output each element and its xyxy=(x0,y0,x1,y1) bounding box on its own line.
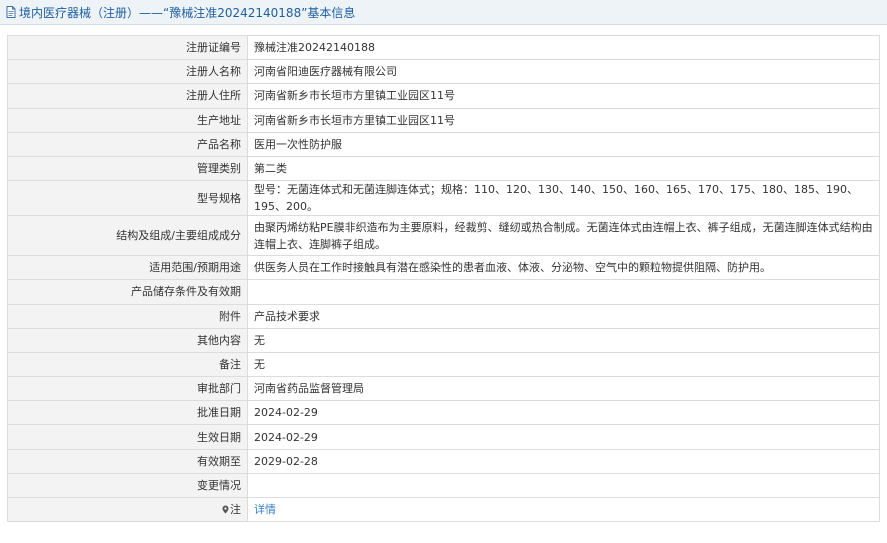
info-table: 注册证编号 豫械注准20242140188 注册人名称 河南省阳迪医疗器械有限公… xyxy=(7,34,880,523)
row-label: 有效期至 xyxy=(7,448,248,474)
table-row: 审批部门 河南省药品监督管理局 xyxy=(7,376,880,402)
row-value xyxy=(247,279,880,305)
row-label: 适用范围/预期用途 xyxy=(7,255,248,281)
row-label: 生效日期 xyxy=(7,424,248,450)
table-row: 产品名称 医用一次性防护服 xyxy=(7,131,880,157)
table-row: 其他内容 无 xyxy=(7,327,880,353)
table-row: 注册人住所 河南省新乡市长垣市方里镇工业园区11号 xyxy=(7,83,880,109)
table-row: 附件 产品技术要求 xyxy=(7,303,880,329)
row-value: 2024-02-29 xyxy=(247,400,880,426)
table-row: 适用范围/预期用途 供医务人员在工作时接触具有潜在感染性的患者血液、体液、分泌物… xyxy=(7,255,880,281)
row-value: 2024-02-29 xyxy=(247,424,880,450)
page-title: 境内医疗器械（注册）——“豫械注准20242140188”基本信息 xyxy=(19,5,356,20)
row-value: 第二类 xyxy=(247,155,880,182)
row-value: 河南省新乡市长垣市方里镇工业园区11号 xyxy=(247,107,880,133)
row-value: 型号：无菌连体式和无菌连脚连体式；规格：110、120、130、140、150、… xyxy=(247,180,880,217)
row-label: 产品储存条件及有效期 xyxy=(7,279,248,305)
table-row: 变更情况 xyxy=(7,472,880,499)
row-label: 管理类别 xyxy=(7,155,248,182)
table-row: 型号规格 型号：无菌连体式和无菌连脚连体式；规格：110、120、130、140… xyxy=(7,180,880,217)
row-label: 附件 xyxy=(7,303,248,329)
table-row: 管理类别 第二类 xyxy=(7,155,880,182)
row-value: 河南省新乡市长垣市方里镇工业园区11号 xyxy=(247,83,880,109)
row-value: 2029-02-28 xyxy=(247,448,880,474)
row-value: 无 xyxy=(247,351,880,378)
table-row: 结构及组成/主要组成成分 由聚丙烯纺粘PE膜非织造布为主要原料，经裁剪、缝纫或热… xyxy=(7,215,880,257)
page-header: 境内医疗器械（注册）——“豫械注准20242140188”基本信息 xyxy=(0,0,887,25)
row-value: 医用一次性防护服 xyxy=(247,131,880,157)
row-label: 备注 xyxy=(7,351,248,378)
row-label: 注册证编号 xyxy=(7,34,248,61)
row-label: 注 xyxy=(230,503,241,517)
details-link[interactable]: 详情 xyxy=(254,503,276,516)
row-label: 注册人名称 xyxy=(7,59,248,85)
table-row: 生产地址 河南省新乡市长垣市方里镇工业园区11号 xyxy=(7,107,880,133)
row-label: 其他内容 xyxy=(7,327,248,353)
document-icon xyxy=(6,6,16,18)
row-label: 生产地址 xyxy=(7,107,248,133)
table-row: 注 详情 xyxy=(7,496,880,523)
row-value: 豫械注准20242140188 xyxy=(247,34,880,61)
table-row: 有效期至 2029-02-28 xyxy=(7,448,880,474)
table-row: 生效日期 2024-02-29 xyxy=(7,424,880,450)
row-label: 注册人住所 xyxy=(7,83,248,109)
row-value: 供医务人员在工作时接触具有潜在感染性的患者血液、体液、分泌物、空气中的颗粒物提供… xyxy=(247,255,880,281)
table-row: 注册证编号 豫械注准20242140188 xyxy=(7,34,880,61)
location-pin-icon xyxy=(222,502,229,514)
row-label: 审批部门 xyxy=(7,376,248,402)
table-row: 批准日期 2024-02-29 xyxy=(7,400,880,426)
note-value-cell: 详情 xyxy=(247,496,880,523)
row-label: 型号规格 xyxy=(7,180,248,217)
row-label: 批准日期 xyxy=(7,400,248,426)
row-label: 结构及组成/主要组成成分 xyxy=(7,215,248,257)
row-value: 无 xyxy=(247,327,880,353)
row-value xyxy=(247,472,880,499)
table-row: 备注 无 xyxy=(7,351,880,378)
row-value: 产品技术要求 xyxy=(247,303,880,329)
row-value: 河南省阳迪医疗器械有限公司 xyxy=(247,59,880,85)
row-label: 产品名称 xyxy=(7,131,248,157)
row-value: 河南省药品监督管理局 xyxy=(247,376,880,402)
row-value: 由聚丙烯纺粘PE膜非织造布为主要原料，经裁剪、缝纫或热合制成。无菌连体式由连帽上… xyxy=(247,215,880,257)
table-row: 产品储存条件及有效期 xyxy=(7,279,880,305)
table-row: 注册人名称 河南省阳迪医疗器械有限公司 xyxy=(7,59,880,85)
note-label-cell: 注 xyxy=(7,496,248,523)
row-label: 变更情况 xyxy=(7,472,248,499)
